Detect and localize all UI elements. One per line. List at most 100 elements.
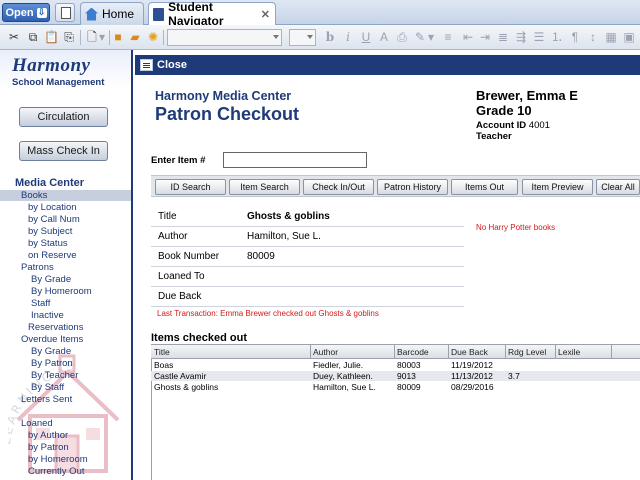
spacing-icon[interactable]: ↕ bbox=[586, 30, 600, 44]
sidebar-item-overdue-by-grade[interactable]: By Grade bbox=[31, 346, 71, 357]
cell-author: Hamilton, Sue L. bbox=[313, 382, 376, 392]
detail-row-loaned-to: Loaned To bbox=[151, 267, 464, 287]
cell-barcode: 80009 bbox=[397, 382, 421, 392]
sidebar-item-loaned[interactable]: Loaned bbox=[21, 418, 53, 429]
close-button[interactable]: Close bbox=[140, 58, 187, 72]
column-divider[interactable] bbox=[394, 345, 395, 358]
tab-bar: Open ⇩ Home Student Navigator ✕ bbox=[0, 0, 640, 28]
sidebar-item-loaned-by-patron[interactable]: by Patron bbox=[28, 442, 69, 453]
clear-all-button[interactable]: Clear All bbox=[596, 179, 640, 195]
close-tab-icon[interactable]: ✕ bbox=[261, 8, 270, 21]
sidebar-item-by-call-num[interactable]: by Call Num bbox=[28, 214, 80, 225]
bullets-icon[interactable]: ☰ bbox=[532, 30, 546, 44]
patron-history-button[interactable]: Patron History bbox=[377, 179, 448, 195]
tab-home[interactable]: Home bbox=[80, 2, 144, 25]
patron-name: Brewer, Emma E bbox=[476, 88, 578, 103]
circulation-button[interactable]: Circulation bbox=[19, 107, 108, 127]
sidebar-item-by-subject[interactable]: by Subject bbox=[28, 226, 72, 237]
sidebar-item-by-location[interactable]: by Location bbox=[28, 202, 77, 213]
highlight-icon[interactable]: ⎙ bbox=[395, 30, 409, 44]
sidebar-item-patrons-by-grade[interactable]: By Grade bbox=[31, 274, 71, 285]
sidebar-item-loaned-by-author[interactable]: by Author bbox=[28, 430, 68, 441]
column-divider[interactable] bbox=[310, 345, 311, 358]
align-left-icon[interactable]: ≡ bbox=[441, 30, 455, 44]
sidebar-item-staff[interactable]: Staff bbox=[31, 298, 50, 309]
item-preview-button[interactable]: Item Preview bbox=[522, 179, 593, 195]
id-search-button[interactable]: ID Search bbox=[155, 179, 226, 195]
items-out-button[interactable]: Items Out bbox=[451, 179, 518, 195]
media-center-heading: Media Center bbox=[15, 177, 85, 189]
sidebar-item-overdue-by-staff[interactable]: By Staff bbox=[31, 382, 64, 393]
sidebar-item-inactive[interactable]: Inactive bbox=[31, 310, 64, 321]
account-label: Account ID bbox=[476, 120, 527, 131]
column-divider[interactable] bbox=[505, 345, 506, 358]
cell-title: Castle Avamir bbox=[154, 371, 207, 381]
sidebar-item-loaned-by-homeroom[interactable]: by Homeroom bbox=[28, 454, 88, 465]
cell-due-back: 11/19/2012 bbox=[451, 360, 493, 370]
cell-author: Fiedler, Julie. bbox=[313, 360, 364, 370]
column-header-barcode[interactable]: Barcode bbox=[397, 347, 429, 357]
enter-item-input[interactable] bbox=[223, 152, 367, 168]
pen-icon[interactable]: ✎ bbox=[413, 30, 427, 44]
check-in-out-button[interactable]: Check In/Out bbox=[303, 179, 374, 195]
sidebar-item-on-reserve[interactable]: on Reserve bbox=[28, 250, 77, 261]
indent-icon[interactable]: ⇶ bbox=[514, 30, 528, 44]
justify-icon[interactable]: ≣ bbox=[496, 30, 510, 44]
column-header-lexile[interactable]: Lexile bbox=[558, 347, 580, 357]
numbering-icon[interactable]: ⒈ bbox=[550, 30, 564, 44]
align-center-icon[interactable]: ⇤ bbox=[461, 30, 475, 44]
folder-icon[interactable]: ▰ bbox=[128, 30, 142, 44]
font-family-select[interactable] bbox=[167, 29, 282, 46]
align-right-icon[interactable]: ⇥ bbox=[478, 30, 492, 44]
table-row[interactable]: Castle Avamir Duey, Kathleen. 9013 11/13… bbox=[151, 371, 640, 381]
underline-icon[interactable]: U bbox=[359, 30, 373, 44]
new-doc-icon[interactable]: 🗋 bbox=[85, 30, 99, 44]
pages-icon[interactable] bbox=[55, 3, 75, 22]
save-icon[interactable]: ■ bbox=[111, 30, 125, 44]
sidebar-item-books[interactable]: Books bbox=[0, 190, 131, 201]
table-row[interactable]: Boas Fiedler, Julie. 80003 11/19/2012 bbox=[151, 360, 640, 370]
item-search-button[interactable]: Item Search bbox=[229, 179, 300, 195]
mass-check-in-button[interactable]: Mass Check In bbox=[19, 141, 108, 161]
sidebar-item-reservations[interactable]: Reservations bbox=[28, 322, 83, 333]
settings-icon[interactable]: ✺ bbox=[146, 30, 160, 44]
detail-row-author: Author Hamilton, Sue L. bbox=[151, 227, 464, 247]
sidebar-item-letters-sent[interactable]: Letters Sent bbox=[21, 394, 72, 405]
paste-format-icon[interactable]: ⎘ bbox=[62, 30, 76, 44]
sidebar-item-overdue-items[interactable]: Overdue Items bbox=[21, 334, 83, 345]
sidebar-item-by-status[interactable]: by Status bbox=[28, 238, 68, 249]
sidebar-item-currently-out[interactable]: Currently Out bbox=[28, 466, 85, 477]
chevron-down-icon[interactable]: ▾ bbox=[98, 30, 106, 44]
cell-title: Ghosts & goblins bbox=[154, 382, 219, 392]
sidebar-item-overdue-by-teacher[interactable]: By Teacher bbox=[31, 370, 78, 381]
patron-grade: Grade 10 bbox=[476, 103, 532, 118]
table-row[interactable]: Ghosts & goblins Hamilton, Sue L. 80009 … bbox=[151, 382, 640, 392]
tab-student-navigator[interactable]: Student Navigator ✕ bbox=[148, 0, 276, 28]
copy-icon[interactable]: ⧉ bbox=[26, 30, 40, 44]
detail-label: Book Number bbox=[158, 251, 220, 262]
table-icon[interactable]: ▦ bbox=[604, 30, 618, 44]
last-transaction-text: Last Transaction: Emma Brewer checked ou… bbox=[157, 309, 379, 318]
column-divider[interactable] bbox=[448, 345, 449, 358]
paste-icon[interactable]: 📋 bbox=[44, 30, 59, 44]
column-header-rdg-level[interactable]: Rdg Level bbox=[508, 347, 546, 357]
column-header-title[interactable]: Title bbox=[154, 347, 170, 357]
image-icon[interactable]: ▣ bbox=[622, 30, 636, 44]
cut-icon[interactable]: ✂ bbox=[7, 30, 21, 44]
bold-icon[interactable]: b bbox=[323, 30, 337, 44]
pilcrow-icon[interactable]: ¶ bbox=[568, 30, 582, 44]
action-bar: ID Search Item Search Check In/Out Patro… bbox=[151, 175, 640, 197]
sidebar: Harmony School Management LEARNING IS Ci… bbox=[0, 50, 133, 480]
open-button[interactable]: Open ⇩ bbox=[2, 3, 50, 22]
chevron-down-icon[interactable]: ▾ bbox=[427, 30, 435, 44]
font-size-select[interactable] bbox=[289, 29, 316, 46]
sidebar-item-patrons[interactable]: Patrons bbox=[21, 262, 54, 273]
sidebar-item-patrons-by-homeroom[interactable]: By Homeroom bbox=[31, 286, 92, 297]
font-color-icon[interactable]: A bbox=[377, 30, 391, 44]
italic-icon[interactable]: i bbox=[341, 30, 355, 44]
column-divider[interactable] bbox=[555, 345, 556, 358]
column-divider[interactable] bbox=[611, 345, 612, 358]
sidebar-item-overdue-by-patron[interactable]: By Patron bbox=[31, 358, 73, 369]
column-header-author[interactable]: Author bbox=[313, 347, 338, 357]
column-header-due-back[interactable]: Due Back bbox=[451, 347, 488, 357]
